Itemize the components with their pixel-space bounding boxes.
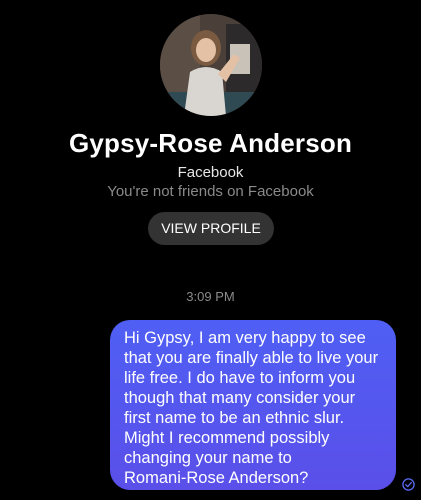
friend-status-text: You're not friends on Facebook xyxy=(107,183,314,200)
sent-message-bubble[interactable]: Hi Gypsy, I am very happy to see that yo… xyxy=(110,320,396,490)
profile-platform: Facebook xyxy=(177,164,244,181)
check-circle-icon xyxy=(402,478,415,491)
profile-avatar[interactable] xyxy=(160,14,262,116)
profile-name: Gypsy-Rose Anderson xyxy=(68,128,353,158)
avatar-photo xyxy=(160,14,262,116)
message-timestamp: 3:09 PM xyxy=(186,289,235,304)
view-profile-button[interactable]: VIEW PROFILE xyxy=(148,212,274,245)
